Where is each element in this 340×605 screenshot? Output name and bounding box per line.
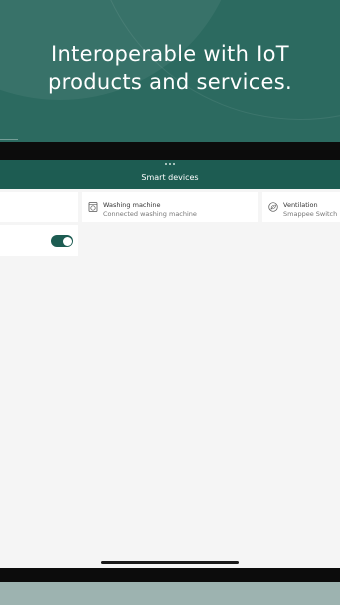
promo-headline-line: Interoperable with IoT — [51, 42, 289, 66]
device-toggle[interactable] — [51, 235, 73, 247]
toggle-card — [0, 225, 78, 256]
washing-machine-icon — [88, 202, 98, 212]
promo-headline: Interoperable with IoT products and serv… — [20, 40, 320, 96]
promo-headline-line: products and services. — [47, 70, 292, 94]
leaf-icon — [268, 202, 278, 212]
device-list-area: Washing machine Connected washing machin… — [0, 189, 340, 568]
page-title: Smart devices — [141, 173, 199, 182]
device-title: Washing machine — [103, 201, 161, 209]
device-frame-bottom — [0, 568, 340, 582]
toggle-knob — [62, 236, 72, 246]
device-card-ventilation[interactable]: Ventilation Smappee Switch — [262, 192, 340, 222]
device-subtitle: Smappee Switch — [283, 210, 338, 218]
app-header: Smart devices — [0, 160, 340, 189]
background-strip — [0, 582, 340, 605]
device-card-washing-machine[interactable]: Washing machine Connected washing machin… — [82, 192, 258, 222]
home-indicator[interactable] — [101, 561, 239, 564]
device-frame-top — [0, 142, 340, 160]
promo-banner: Interoperable with IoT products and serv… — [0, 0, 340, 142]
drag-handle-icon[interactable] — [164, 163, 176, 167]
device-card[interactable] — [0, 192, 78, 222]
device-subtitle: Connected washing machine — [103, 210, 197, 218]
device-title: Ventilation — [283, 201, 318, 209]
divider — [0, 139, 18, 140]
